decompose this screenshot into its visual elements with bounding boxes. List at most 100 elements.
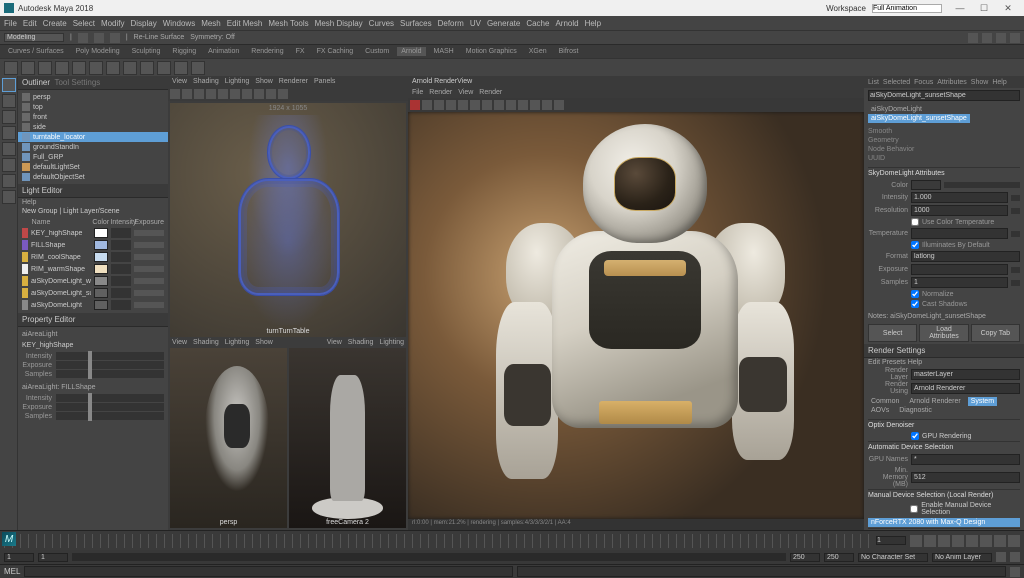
light-exposure-slider[interactable] — [134, 302, 164, 308]
vp-tool-icon[interactable] — [278, 89, 288, 99]
minimize-button[interactable]: — — [948, 1, 972, 15]
rs-tab[interactable]: AOVs — [868, 406, 892, 415]
shelf-tab[interactable]: MASH — [430, 47, 458, 56]
vp-tool-icon[interactable] — [242, 89, 252, 99]
range-start-field[interactable] — [4, 553, 34, 562]
menu-item[interactable]: UV — [470, 19, 481, 28]
menu-item[interactable]: Modify — [101, 19, 125, 28]
rewind-icon[interactable] — [910, 535, 922, 547]
rv-menu[interactable]: View — [458, 89, 473, 96]
light-exposure-slider[interactable] — [134, 230, 164, 236]
timeline-ruler[interactable] — [4, 534, 872, 548]
shelf-tab[interactable]: FX Caching — [313, 47, 358, 56]
light-row[interactable]: aiSkyDomeLight — [20, 299, 166, 311]
prefs-icon[interactable] — [1010, 552, 1020, 562]
status-icon[interactable] — [110, 33, 120, 43]
play-icon[interactable] — [952, 535, 964, 547]
command-input[interactable] — [24, 566, 513, 577]
gpu-checkbox[interactable] — [911, 432, 919, 440]
menu-item[interactable]: Create — [43, 19, 67, 28]
audio-icon[interactable] — [1008, 535, 1020, 547]
light-color-swatch[interactable] — [94, 252, 108, 262]
shelf-tab[interactable]: Bifrost — [555, 47, 583, 56]
vp-menu[interactable]: Lighting — [225, 78, 250, 85]
vp-menu[interactable]: Shading — [193, 78, 219, 85]
vp-tool-icon[interactable] — [170, 89, 180, 99]
light-exposure-slider[interactable] — [134, 254, 164, 260]
shelf-tab[interactable]: XGen — [525, 47, 551, 56]
shelf-tab[interactable]: Custom — [361, 47, 393, 56]
attr-tab[interactable]: Attributes — [937, 79, 967, 86]
intensity-field[interactable] — [911, 192, 1008, 203]
light-intensity-field[interactable] — [111, 252, 131, 262]
shelf-button[interactable] — [21, 61, 35, 75]
vp-tool-icon[interactable] — [230, 89, 240, 99]
rv-tool-icon[interactable] — [554, 100, 564, 110]
reline-label[interactable]: Re-Line Surface — [134, 34, 185, 41]
workspace-selector[interactable] — [872, 4, 942, 13]
attr-tab[interactable]: Selected — [883, 79, 910, 86]
script-lang-label[interactable]: MEL — [4, 567, 20, 576]
exposure-slider[interactable] — [56, 361, 164, 369]
viewport-wireframe[interactable]: 1924 x 1055 turnTurnTable — [170, 103, 406, 337]
gpu-device-row[interactable]: nForceRTX 2080 with Max-Q Design — [868, 518, 1020, 527]
render-using-field[interactable] — [911, 383, 1020, 394]
slider[interactable] — [1011, 267, 1020, 273]
exposure-slider[interactable] — [56, 403, 164, 411]
lasso-tool[interactable] — [2, 94, 16, 108]
render-viewport[interactable] — [408, 112, 864, 519]
menu-item[interactable]: Mesh Display — [315, 19, 363, 28]
toolbar-icon[interactable] — [996, 33, 1006, 43]
shelf-tab[interactable]: Rendering — [247, 47, 287, 56]
light-row[interactable]: RIM_warmShape — [20, 263, 166, 275]
menu-item[interactable]: Mesh — [201, 19, 221, 28]
vp-menu[interactable]: Show — [255, 78, 273, 85]
tool[interactable] — [2, 190, 16, 204]
outliner-item[interactable]: turntable_locator — [18, 132, 168, 142]
attr-tab[interactable]: Show — [971, 79, 989, 86]
vp-tool-icon[interactable] — [266, 89, 276, 99]
light-color-swatch[interactable] — [94, 264, 108, 274]
shelf-button[interactable] — [72, 61, 86, 75]
rs-tab[interactable]: System — [968, 397, 997, 406]
rv-tool-icon[interactable] — [494, 100, 504, 110]
outliner-item[interactable]: defaultLightSet — [18, 162, 168, 172]
rv-tool-icon[interactable] — [482, 100, 492, 110]
shelf-button[interactable] — [55, 61, 69, 75]
vp-tool-icon[interactable] — [182, 89, 192, 99]
rs-tab[interactable]: Common — [868, 397, 902, 406]
anim-layer-field[interactable] — [932, 553, 992, 562]
light-editor-menu[interactable]: Help — [18, 198, 168, 207]
rs-tab[interactable]: Arnold Renderer — [906, 397, 963, 406]
light-tab[interactable]: New Group — [22, 208, 57, 215]
range-end-field2[interactable] — [824, 553, 854, 562]
menu-item[interactable]: Curves — [369, 19, 394, 28]
light-color-swatch[interactable] — [94, 240, 108, 250]
light-color-swatch[interactable] — [94, 300, 108, 310]
color-swatch[interactable] — [911, 180, 941, 190]
rs-menu[interactable]: Edit — [868, 359, 880, 366]
outliner-item[interactable]: front — [18, 112, 168, 122]
skydome-section-header[interactable]: SkyDomeLight Attributes — [868, 167, 1020, 179]
rv-tool-icon[interactable] — [506, 100, 516, 110]
vp-tool-icon[interactable] — [218, 89, 228, 99]
outliner-item[interactable]: Full_GRP — [18, 152, 168, 162]
slider[interactable] — [1011, 280, 1020, 286]
vp-menu[interactable]: Panels — [314, 78, 335, 85]
light-intensity-field[interactable] — [111, 240, 131, 250]
rv-tool-icon[interactable] — [422, 100, 432, 110]
manual-device-checkbox[interactable] — [910, 505, 918, 513]
light-tab[interactable]: Light — [63, 208, 78, 215]
gpu-names-field[interactable] — [911, 454, 1020, 465]
symmetry-label[interactable]: Symmetry: Off — [190, 34, 235, 41]
light-row[interactable]: RIM_coolShape — [20, 251, 166, 263]
node-tab[interactable]: aiSkyDomeLight_sunsetShape — [868, 114, 970, 123]
shelf-button[interactable] — [106, 61, 120, 75]
rv-tool-icon[interactable] — [530, 100, 540, 110]
light-intensity-field[interactable] — [111, 300, 131, 310]
intensity-slider[interactable] — [56, 394, 164, 402]
status-icon[interactable] — [94, 33, 104, 43]
step-back-icon[interactable] — [924, 535, 936, 547]
shelf-tab[interactable]: Motion Graphics — [462, 47, 521, 56]
rotate-tool[interactable] — [2, 126, 16, 140]
